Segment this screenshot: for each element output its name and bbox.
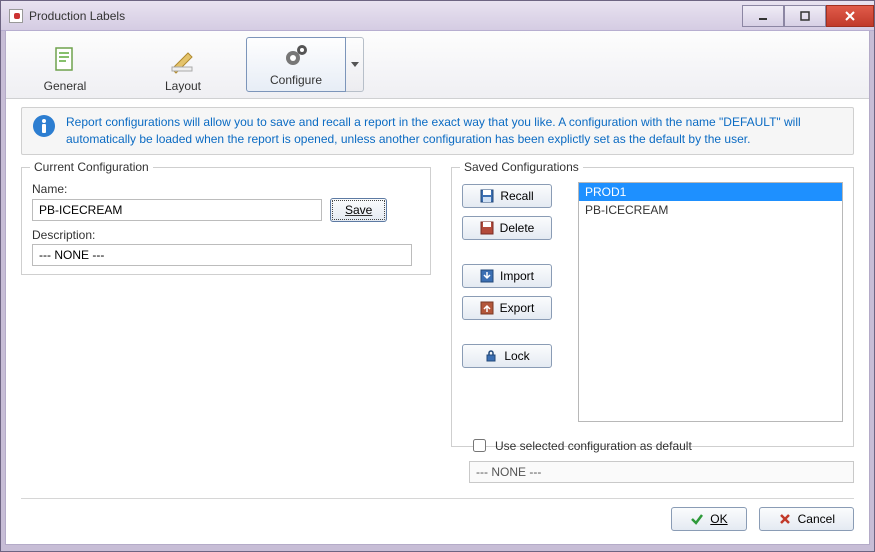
tab-configure-label: Configure [270, 73, 322, 87]
tab-configure-split: Configure [246, 31, 364, 98]
app-icon [9, 9, 23, 23]
disk-delete-icon [480, 221, 494, 235]
saved-configurations-group: Saved Configurations Recall Delete [451, 167, 854, 447]
maximize-button[interactable] [784, 5, 826, 27]
use-as-default-label: Use selected configuration as default [495, 439, 692, 453]
window-title: Production Labels [29, 9, 125, 23]
lock-button[interactable]: Lock [462, 344, 552, 368]
check-icon [690, 512, 704, 526]
list-item[interactable]: PB-ICECREAM [579, 201, 842, 219]
ok-label: OK [710, 512, 727, 526]
minimize-icon [757, 10, 769, 22]
tab-layout[interactable]: Layout [128, 31, 238, 98]
chevron-down-icon [351, 61, 359, 69]
info-icon [32, 114, 56, 138]
titlebar: Production Labels [1, 1, 874, 31]
name-input[interactable] [32, 199, 322, 221]
dialog-window: Production Labels General [0, 0, 875, 552]
cross-icon [778, 512, 792, 526]
tab-configure[interactable]: Configure [246, 37, 346, 92]
description-label: Description: [32, 228, 420, 242]
delete-button[interactable]: Delete [462, 216, 552, 240]
recall-label: Recall [500, 189, 533, 203]
gears-icon [278, 38, 314, 71]
maximize-icon [799, 10, 811, 22]
tab-general[interactable]: General [10, 31, 120, 98]
disk-icon [480, 189, 494, 203]
document-icon [47, 43, 83, 77]
use-as-default-checkbox[interactable] [473, 439, 486, 452]
lock-icon [484, 349, 498, 363]
disk-import-icon [480, 269, 494, 283]
description-input[interactable] [32, 244, 412, 266]
tab-configure-dropdown[interactable] [346, 37, 364, 92]
export-label: Export [500, 301, 535, 315]
close-button[interactable] [826, 5, 874, 27]
info-text: Report configurations will allow you to … [66, 114, 843, 148]
dialog-footer: OK Cancel [21, 498, 854, 532]
recall-button[interactable]: Recall [462, 184, 552, 208]
tab-layout-label: Layout [165, 79, 201, 93]
current-configuration-group: Current Configuration Name: Save Descrip… [21, 167, 431, 275]
close-icon [844, 10, 856, 22]
ok-button[interactable]: OK [671, 507, 746, 531]
saved-configurations-list[interactable]: PROD1 PB-ICECREAM [578, 182, 843, 422]
save-button-label: Save [345, 203, 372, 217]
delete-label: Delete [500, 221, 535, 235]
toolbar: General Layout Configure [6, 31, 869, 99]
info-box: Report configurations will allow you to … [21, 107, 854, 155]
tab-general-label: General [44, 79, 87, 93]
export-button[interactable]: Export [462, 296, 552, 320]
disk-export-icon [480, 301, 494, 315]
list-item[interactable]: PROD1 [579, 183, 842, 201]
import-button[interactable]: Import [462, 264, 552, 288]
import-label: Import [500, 269, 534, 283]
minimize-button[interactable] [742, 5, 784, 27]
pencil-ruler-icon [165, 43, 201, 77]
current-configuration-legend: Current Configuration [30, 160, 153, 174]
cancel-label: Cancel [798, 512, 835, 526]
cancel-button[interactable]: Cancel [759, 507, 854, 531]
save-button[interactable]: Save [330, 198, 387, 222]
default-config-display: --- NONE --- [469, 461, 854, 483]
name-label: Name: [32, 182, 420, 196]
saved-configurations-legend: Saved Configurations [460, 160, 583, 174]
lock-label: Lock [504, 349, 529, 363]
